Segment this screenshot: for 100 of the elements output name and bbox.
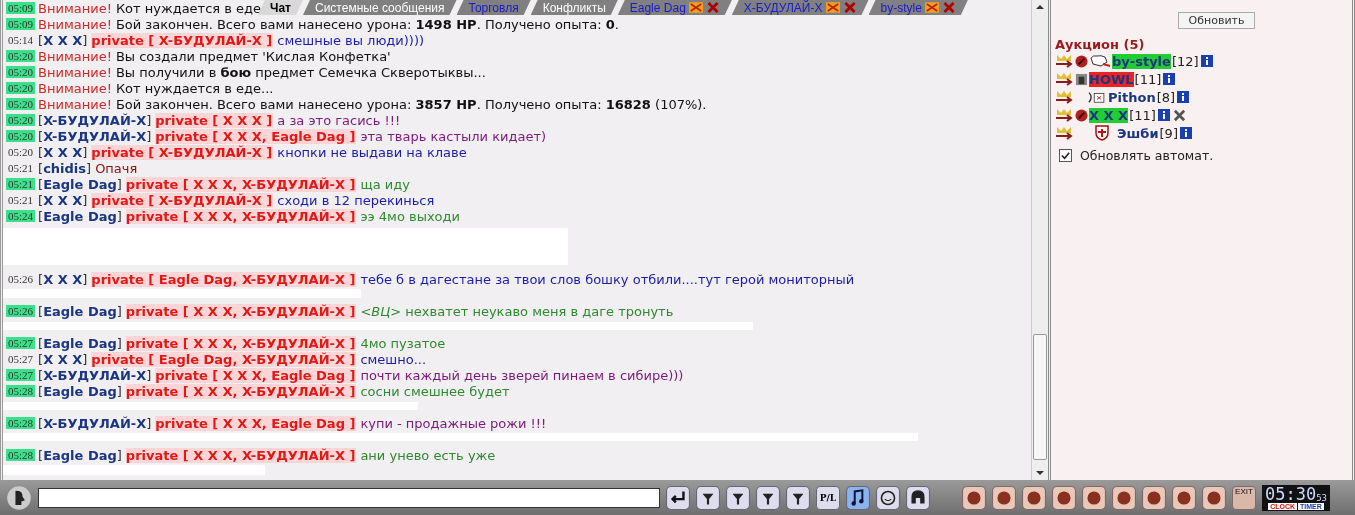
message-text: ани унево есть уже bbox=[360, 447, 496, 463]
shield-icon[interactable] bbox=[1095, 125, 1109, 141]
player-name[interactable]: Pithon bbox=[1108, 89, 1156, 105]
orb-icon[interactable] bbox=[1075, 54, 1088, 68]
message-time: 05:27 bbox=[6, 337, 36, 349]
pl-button[interactable]: P/L bbox=[816, 485, 840, 510]
sender-name[interactable]: [Eagle Dag] bbox=[38, 208, 122, 224]
message-time: 05:26 bbox=[6, 305, 36, 317]
chat-tab[interactable]: Системные сообщения bbox=[303, 0, 457, 15]
info-icon[interactable] bbox=[1179, 127, 1192, 139]
sender-name[interactable]: [X X X] bbox=[38, 271, 88, 287]
private-recipients[interactable]: private [ Eagle Dag, X-БУДУЛАЙ-X ] bbox=[91, 351, 357, 367]
message-input[interactable] bbox=[38, 487, 660, 508]
arrow-icon[interactable] bbox=[1055, 89, 1075, 105]
sender-name[interactable]: [X-БУДУЛАЙ-X] bbox=[38, 415, 152, 431]
system-message: Кот нуждается в еде... bbox=[115, 80, 274, 96]
player-level: [12] bbox=[1171, 53, 1199, 69]
sender-name[interactable]: [X-БУДУЛАЙ-X] bbox=[38, 367, 152, 383]
player-level: [11] bbox=[1129, 107, 1156, 123]
private-recipients[interactable]: private [ X X X, X-БУДУЛАЙ-X ] bbox=[125, 208, 357, 224]
orb-icon[interactable] bbox=[1075, 108, 1088, 122]
warning-label: Внимание! bbox=[38, 48, 112, 64]
private-recipients[interactable]: private [ X X X, X-БУДУЛАЙ-X ] bbox=[125, 176, 357, 192]
message-text: ща иду bbox=[360, 176, 410, 192]
message-time: 05:20 bbox=[7, 146, 35, 158]
warning-label: Внимание! bbox=[38, 80, 112, 96]
message-time: 05:20 bbox=[6, 130, 36, 142]
sender-name[interactable]: [X X X] bbox=[38, 192, 88, 208]
arrow-icon[interactable] bbox=[1055, 53, 1075, 69]
system-message: Бой закончен. Всего вами нанесено урона: 1498 HP. Получено опыта: 0. bbox=[115, 16, 619, 32]
private-recipients[interactable]: private [ X X X, X-БУДУЛАЙ-X ] bbox=[125, 335, 357, 351]
sender-name[interactable]: [Eagle Dag] bbox=[38, 335, 122, 351]
info-icon[interactable] bbox=[1163, 73, 1176, 85]
warning-label: Внимание! bbox=[38, 64, 112, 80]
message-time: 05:21 bbox=[6, 178, 36, 190]
refresh-button[interactable]: Обновить bbox=[1177, 12, 1256, 29]
message-time: 05:24 bbox=[6, 210, 36, 222]
warning-label: Внимание! bbox=[38, 16, 112, 32]
message-time: 05:20 bbox=[6, 66, 36, 78]
speaking-head-icon[interactable] bbox=[6, 484, 32, 511]
sender-name[interactable]: [X-БУДУЛАЙ-X] bbox=[38, 112, 152, 128]
cross-icon[interactable] bbox=[1172, 108, 1186, 122]
sender-name[interactable]: [X-БУДУЛАЙ-X] bbox=[38, 128, 152, 144]
message-text: почти каждый день зверей пинаем в сибире))) bbox=[360, 367, 684, 383]
message-text: тебе б в дагестане за твои слов бошку отбили....тут герой мониторный bbox=[360, 271, 855, 287]
private-recipients[interactable]: private [ X X X, Eagle Dag ] bbox=[155, 415, 357, 431]
message-time: 05:26 bbox=[7, 273, 35, 285]
private-recipients[interactable]: private [ X-БУДУЛАЙ-X ] bbox=[91, 192, 274, 208]
private-recipients[interactable]: private [ X X X, X-БУДУЛАЙ-X ] bbox=[125, 447, 357, 463]
sender-name[interactable]: [Eagle Dag] bbox=[38, 383, 122, 399]
sender-name[interactable]: [Eagle Dag] bbox=[38, 176, 122, 192]
scroll-thumb[interactable] bbox=[1033, 334, 1047, 460]
info-icon[interactable] bbox=[1200, 55, 1213, 67]
private-recipients[interactable]: private [ X X X ] bbox=[155, 112, 274, 128]
private-recipients[interactable]: private [ X X X, Eagle Dag ] bbox=[155, 128, 357, 144]
filter-icon[interactable] bbox=[726, 485, 750, 510]
exit-button[interactable]: EXIT bbox=[1232, 485, 1256, 510]
player-name[interactable]: by-style bbox=[1112, 53, 1171, 69]
message-text: 4мо пузатое bbox=[360, 335, 446, 351]
message-text: сходи в 12 перекинься bbox=[277, 192, 435, 208]
arrow-icon[interactable] bbox=[1055, 71, 1075, 87]
smiley-icon[interactable] bbox=[876, 485, 900, 510]
message-text: Опачя bbox=[95, 160, 138, 176]
player-name[interactable]: X X X bbox=[1089, 107, 1129, 123]
envelope-icon[interactable] bbox=[825, 2, 840, 13]
message-text: эта тварь кастыли кидает) bbox=[360, 128, 547, 144]
enter-icon[interactable] bbox=[666, 485, 690, 510]
envelope-icon[interactable] bbox=[688, 2, 703, 13]
clock-time: 05:30 bbox=[1265, 485, 1317, 503]
sender-name[interactable]: [chidis] bbox=[38, 160, 92, 176]
helmet-icon[interactable] bbox=[906, 485, 930, 510]
message-time: 05:09 bbox=[6, 18, 36, 30]
player-name[interactable]: HOWL bbox=[1089, 71, 1134, 87]
message-text: сосни смешнее будет bbox=[360, 383, 510, 399]
sender-name[interactable]: [X X X] bbox=[38, 351, 88, 367]
auto-refresh-label: Обновлять автомат. bbox=[1080, 148, 1214, 163]
sender-name[interactable]: [X X X] bbox=[38, 144, 88, 160]
message-time: 05:28 bbox=[6, 449, 36, 461]
private-recipients[interactable]: private [ Eagle Dag, X-БУДУЛАИ-X ] bbox=[91, 271, 357, 287]
sender-name[interactable]: [Eagle Dag] bbox=[38, 447, 122, 463]
arrow-icon[interactable] bbox=[1055, 107, 1075, 123]
player-level: [9] bbox=[1159, 125, 1178, 141]
private-recipients[interactable]: private [ X X X, X-БУДУЛАЙ-X ] bbox=[125, 303, 357, 319]
envelope-icon[interactable] bbox=[924, 2, 939, 13]
scrollbar[interactable] bbox=[1031, 0, 1048, 480]
private-recipients[interactable]: private [ X-БУДУЛАЙ-X ] bbox=[91, 144, 274, 160]
chat-tab[interactable]: Конфликты bbox=[530, 0, 618, 15]
sender-name[interactable]: [X X X] bbox=[38, 32, 88, 48]
private-recipients[interactable]: private [ X X X, Eagle Dag ] bbox=[155, 367, 357, 383]
arrow-icon[interactable] bbox=[1055, 125, 1075, 141]
info-icon[interactable] bbox=[1157, 109, 1170, 121]
auto-refresh-checkbox[interactable] bbox=[1059, 149, 1072, 162]
private-recipients[interactable]: private [ X-БУДУЛАЙ-X ] bbox=[91, 32, 274, 48]
info-icon[interactable] bbox=[1177, 91, 1190, 103]
sender-name[interactable]: [Eagle Dag] bbox=[38, 303, 122, 319]
private-recipients[interactable]: private [ X X X, X-БУДУЛАЙ-X ] bbox=[125, 383, 357, 399]
music-note-icon[interactable] bbox=[846, 485, 870, 510]
player-name[interactable]: Эшби bbox=[1117, 125, 1159, 141]
mask-icon[interactable] bbox=[1075, 72, 1088, 86]
message-time: 05:27 bbox=[6, 369, 36, 381]
